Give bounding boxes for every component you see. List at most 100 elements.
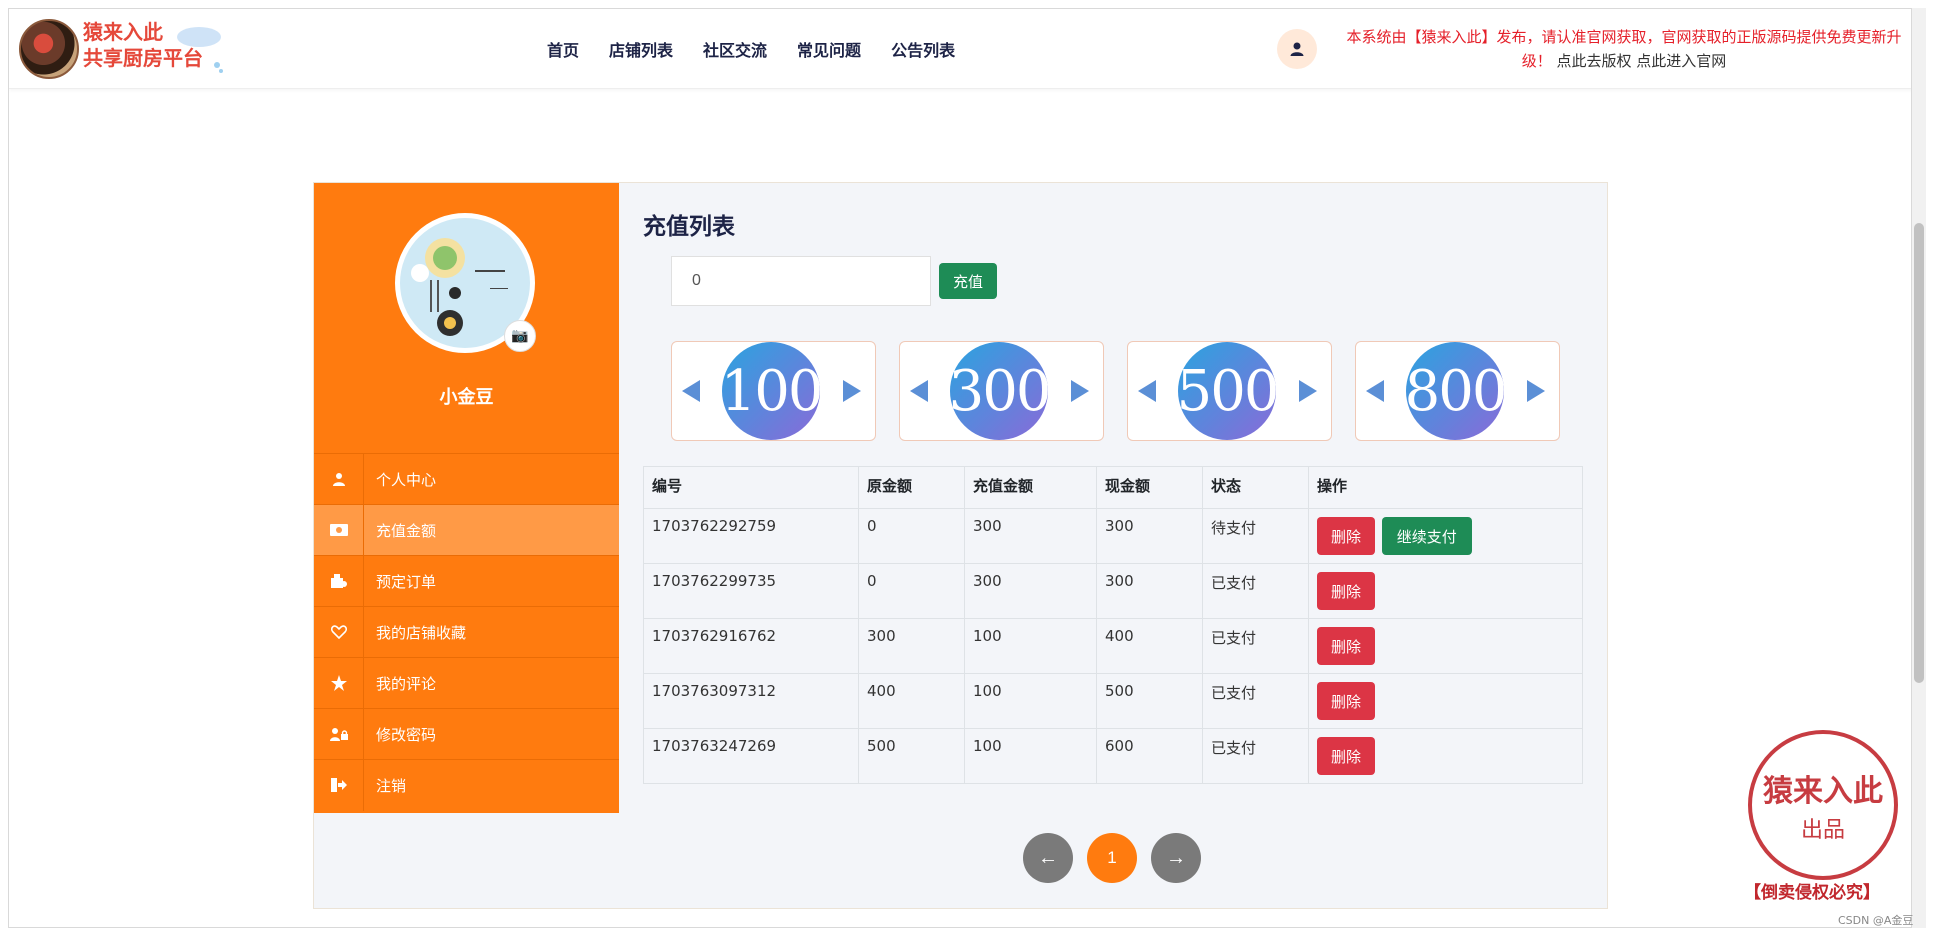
sidebar-item-favorites[interactable]: 我的店铺收藏	[314, 606, 619, 658]
next-page-button[interactable]: →	[1151, 833, 1201, 883]
arrow-left-icon	[910, 380, 928, 402]
username: 小金豆	[439, 387, 494, 408]
logout-icon	[314, 759, 364, 811]
cell-actions: 删除 继续支付	[1308, 508, 1583, 564]
quick-amount-value: 800	[1405, 342, 1507, 440]
site-header: 猿来入此 共享厨房平台 首页 店铺列表 社区交流 常见问题 公告列表 本系统由【…	[9, 9, 1911, 89]
user-icon	[1290, 42, 1304, 56]
cell-original: 400	[858, 673, 965, 729]
sidebar-item-reviews[interactable]: 我的评论	[314, 657, 619, 709]
nav-home[interactable]: 首页	[547, 37, 579, 61]
sidebar-menu: 个人中心 充值金额 预定订单 我的店铺收藏 我的评论 修改密码 注销	[314, 453, 619, 811]
col-status: 状态	[1202, 466, 1309, 509]
cell-charge: 300	[964, 563, 1097, 619]
user-sidebar: 📷 小金豆 个人中心 充值金额 预定订单 我的店铺收藏 我的评论 修改密码 注销	[314, 183, 619, 813]
cell-charge: 100	[964, 618, 1097, 674]
cell-actions: 删除	[1308, 618, 1583, 674]
delete-button[interactable]: 删除	[1317, 572, 1375, 610]
cell-current: 300	[1096, 508, 1203, 564]
cell-original: 0	[858, 563, 965, 619]
continue-payment-button[interactable]: 继续支付	[1381, 517, 1472, 555]
current-page-button[interactable]: 1	[1087, 833, 1137, 883]
col-original: 原金额	[858, 466, 965, 509]
cell-actions: 删除	[1308, 563, 1583, 619]
sidebar-item-label: 修改密码	[376, 725, 437, 744]
nav-faq[interactable]: 常见问题	[797, 37, 861, 61]
stamp-warning: 【倒卖侵权必究】	[1744, 883, 1880, 903]
main-nav: 首页 店铺列表 社区交流 常见问题 公告列表	[547, 37, 955, 61]
delete-button[interactable]: 删除	[1317, 627, 1375, 665]
table-row: 1703762299735 0 300 300 已支付 删除	[643, 563, 1583, 619]
csdn-watermark: CSDN @A金豆	[1838, 914, 1914, 927]
amount-input[interactable]	[671, 256, 931, 306]
col-id: 编号	[643, 466, 859, 509]
user-menu-button[interactable]	[1277, 29, 1317, 69]
delete-button[interactable]: 删除	[1317, 737, 1375, 775]
notice-link-official[interactable]: 点此进入官网	[1636, 52, 1726, 70]
page-title: 充值列表	[643, 214, 735, 240]
money-icon	[314, 504, 364, 556]
browser-frame: 猿来入此 共享厨房平台 首页 店铺列表 社区交流 常见问题 公告列表 本系统由【…	[8, 8, 1912, 928]
cell-id: 1703763247269	[643, 728, 859, 784]
arrow-right-icon	[843, 380, 861, 402]
delete-button[interactable]: 删除	[1317, 682, 1375, 720]
scrollbar-thumb[interactable]	[1914, 223, 1924, 683]
cell-original: 300	[858, 618, 965, 674]
site-logo[interactable]	[19, 19, 79, 79]
cell-actions: 删除	[1308, 728, 1583, 784]
sidebar-item-label: 预定订单	[376, 572, 437, 591]
sidebar-item-label: 充值金额	[376, 521, 437, 540]
sidebar-item-logout[interactable]: 注销	[314, 759, 619, 811]
table-row: 1703763247269 500 100 600 已支付 删除	[643, 728, 1583, 784]
cell-id: 1703762292759	[643, 508, 859, 564]
arrow-left-icon	[682, 380, 700, 402]
cell-id: 1703763097312	[643, 673, 859, 729]
nav-shops[interactable]: 店铺列表	[609, 37, 673, 61]
cell-original: 0	[858, 508, 965, 564]
cell-current: 600	[1096, 728, 1203, 784]
quick-amount-value: 500	[1177, 342, 1279, 440]
sidebar-item-recharge[interactable]: 充值金额	[314, 504, 619, 556]
quick-amount-value: 300	[949, 342, 1051, 440]
nav-community[interactable]: 社区交流	[703, 37, 767, 61]
cell-original: 500	[858, 728, 965, 784]
sidebar-item-password[interactable]: 修改密码	[314, 708, 619, 760]
arrow-right-icon	[1071, 380, 1089, 402]
page-scrollbar[interactable]	[1912, 8, 1926, 928]
cell-current: 400	[1096, 618, 1203, 674]
nav-announcements[interactable]: 公告列表	[891, 37, 955, 61]
quick-amount-card[interactable]: 100	[671, 341, 876, 441]
pagination: ← 1 →	[1023, 833, 1201, 883]
users-lock-icon	[314, 708, 364, 760]
charge-button[interactable]: 充值	[939, 263, 997, 299]
handshake-icon	[177, 27, 223, 73]
sidebar-item-label: 我的评论	[376, 674, 437, 693]
camera-icon[interactable]: 📷	[504, 320, 536, 352]
brand-stamp: 猿来入此 出品	[1748, 730, 1898, 880]
sidebar-item-label: 注销	[376, 776, 407, 795]
sidebar-item-orders[interactable]: 预定订单	[314, 555, 619, 607]
notice-link-copyright[interactable]: 点此去版权	[1556, 52, 1631, 70]
cell-status: 已支付	[1202, 618, 1309, 674]
order-icon	[314, 555, 364, 607]
table-header-row: 编号 原金额 充值金额 现金额 状态 操作	[643, 466, 1583, 509]
arrow-right-icon	[1299, 380, 1317, 402]
prev-page-button[interactable]: ←	[1023, 833, 1073, 883]
quick-amount-card[interactable]: 500	[1127, 341, 1332, 441]
quick-amount-cards: 100 300 500 800	[671, 341, 1560, 441]
arrow-right-icon	[1527, 380, 1545, 402]
delete-button[interactable]: 删除	[1317, 517, 1375, 555]
cell-id: 1703762299735	[643, 563, 859, 619]
table-row: 1703762916762 300 100 400 已支付 删除	[643, 618, 1583, 674]
recharge-table: 编号 原金额 充值金额 现金额 状态 操作 1703762292759 0 30…	[643, 466, 1583, 784]
star-icon	[314, 657, 364, 709]
user-icon	[314, 453, 364, 505]
quick-amount-card[interactable]: 300	[899, 341, 1104, 441]
table-row: 1703763097312 400 100 500 已支付 删除	[643, 673, 1583, 729]
col-charge: 充值金额	[964, 466, 1097, 509]
quick-amount-card[interactable]: 800	[1355, 341, 1560, 441]
cell-current: 500	[1096, 673, 1203, 729]
sidebar-item-profile[interactable]: 个人中心	[314, 453, 619, 505]
cell-charge: 300	[964, 508, 1097, 564]
arrow-left-icon	[1138, 380, 1156, 402]
